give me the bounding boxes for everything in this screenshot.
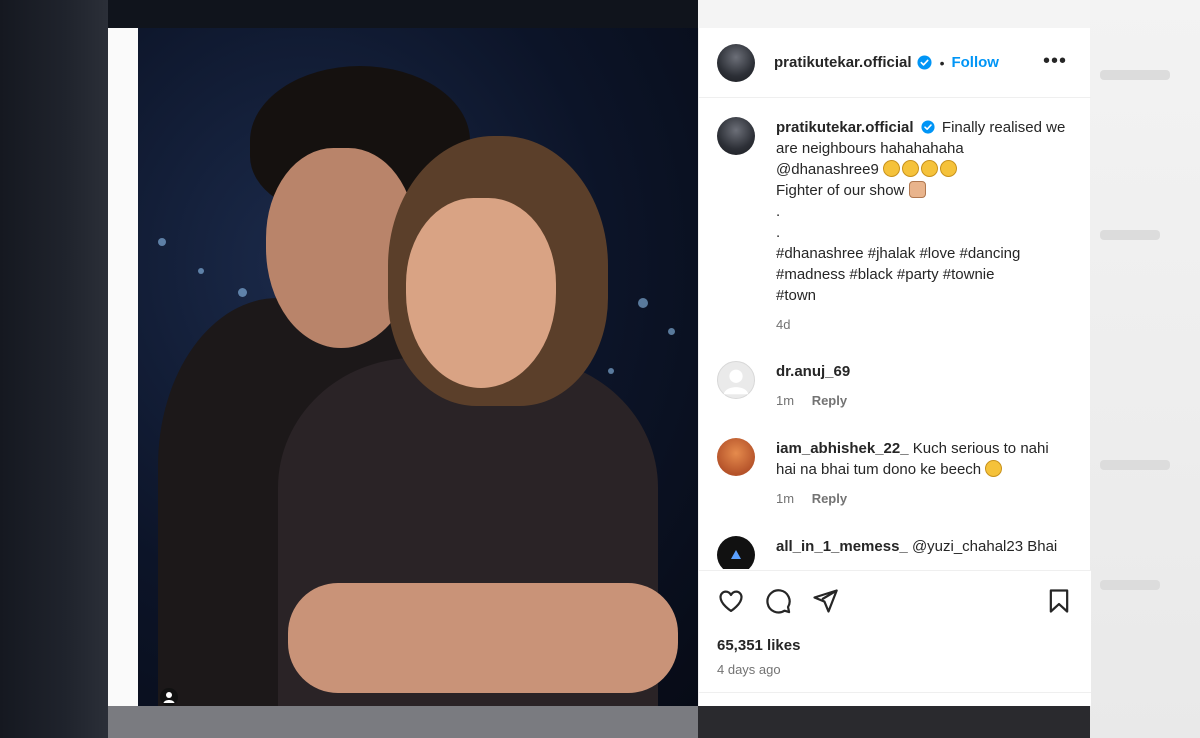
backdrop-ghost-text <box>1100 580 1160 590</box>
default-avatar-icon <box>723 369 749 395</box>
hug-emoji-icon <box>920 160 938 177</box>
caption-dot: . <box>776 203 781 220</box>
post-username[interactable]: pratikutekar.official <box>774 54 912 71</box>
backdrop-left <box>0 0 108 738</box>
caption-hashtags[interactable]: #dhanashree #jhalak #love #dancing <box>776 243 1066 264</box>
post-photo[interactable] <box>138 28 698 706</box>
caption-dot: . <box>776 224 781 241</box>
comment-item: iam_abhishek_22_ Kuch serious to nahi ha… <box>776 438 1066 509</box>
city-light <box>158 238 166 246</box>
comment-time: 1m <box>776 393 795 408</box>
reply-button[interactable]: Reply <box>812 393 847 408</box>
backdrop-top <box>108 0 698 28</box>
caption-time: 4d <box>776 317 791 332</box>
share-icon[interactable] <box>811 587 839 615</box>
caption-line2: Fighter of our show <box>776 182 905 199</box>
comment-username[interactable]: iam_abhishek_22_ <box>776 440 909 457</box>
heart-icon[interactable] <box>717 587 745 615</box>
comment-avatar[interactable] <box>717 361 755 399</box>
backdrop-bottom <box>108 706 698 738</box>
raising-hands-emoji-icon <box>908 181 926 198</box>
comment-username[interactable]: all_in_1_memess_ <box>776 538 908 555</box>
city-light <box>638 298 648 308</box>
add-comment-bar[interactable] <box>699 692 1091 707</box>
separator-dot: • <box>939 54 945 71</box>
city-light <box>198 268 204 274</box>
comment-item: dr.anuj_69 1m Reply <box>776 361 1066 411</box>
comment-username[interactable]: dr.anuj_69 <box>776 363 850 380</box>
backdrop-ghost-text <box>1100 70 1170 80</box>
action-bar: 65,351 likes 4 days ago <box>699 570 1091 706</box>
verified-badge-icon <box>921 120 935 134</box>
caption-hashtags[interactable]: #madness #black #party #townie <box>776 264 1066 285</box>
likes-count[interactable]: 65,351 likes <box>717 637 800 654</box>
comment-item: all_in_1_memess_ @yuzi_chahal23 Bhai <box>776 536 1066 557</box>
hug-emoji-icon <box>939 160 957 177</box>
worried-emoji-icon <box>985 460 1003 477</box>
post-sidebar: pratikutekar.official • Follow ••• prati… <box>698 28 1091 706</box>
comments-list[interactable]: pratikutekar.official Finally realised w… <box>699 99 1091 569</box>
caption-username[interactable]: pratikutekar.official <box>776 119 914 136</box>
backdrop-ghost-text <box>1100 230 1160 240</box>
verified-badge-icon <box>917 55 932 70</box>
comment-avatar[interactable] <box>717 536 755 569</box>
comment-avatar[interactable] <box>717 438 755 476</box>
post-header: pratikutekar.official • Follow ••• <box>699 28 1091 98</box>
comment-text: @yuzi_chahal23 Bhai <box>911 538 1058 555</box>
arm <box>288 583 678 693</box>
more-options-icon[interactable]: ••• <box>1043 50 1067 73</box>
backdrop-right-top <box>698 0 1090 28</box>
left-gutter <box>108 28 138 706</box>
backdrop-right <box>1090 0 1200 738</box>
hug-emoji-icon <box>901 160 919 177</box>
city-light <box>608 368 614 374</box>
city-light <box>238 288 247 297</box>
caption-mention[interactable]: @dhanashree9 <box>776 161 879 178</box>
caption: pratikutekar.official Finally realised w… <box>776 117 1066 335</box>
comment-icon[interactable] <box>764 587 792 615</box>
follow-button[interactable]: Follow <box>951 54 999 71</box>
avatar[interactable] <box>717 43 755 82</box>
city-light <box>668 328 675 335</box>
grin-sweat-emoji-icon <box>882 160 900 177</box>
person-b-face <box>406 198 556 388</box>
caption-avatar[interactable] <box>717 117 755 155</box>
comment-time: 1m <box>776 491 795 506</box>
post-time: 4 days ago <box>717 662 781 677</box>
bookmark-icon[interactable] <box>1045 587 1073 615</box>
backdrop-ghost-text <box>1100 460 1170 470</box>
caption-hashtags[interactable]: #town <box>776 285 1066 306</box>
person-tag-icon[interactable] <box>160 688 178 706</box>
reply-button[interactable]: Reply <box>812 491 847 506</box>
brand-avatar-icon <box>731 550 741 559</box>
